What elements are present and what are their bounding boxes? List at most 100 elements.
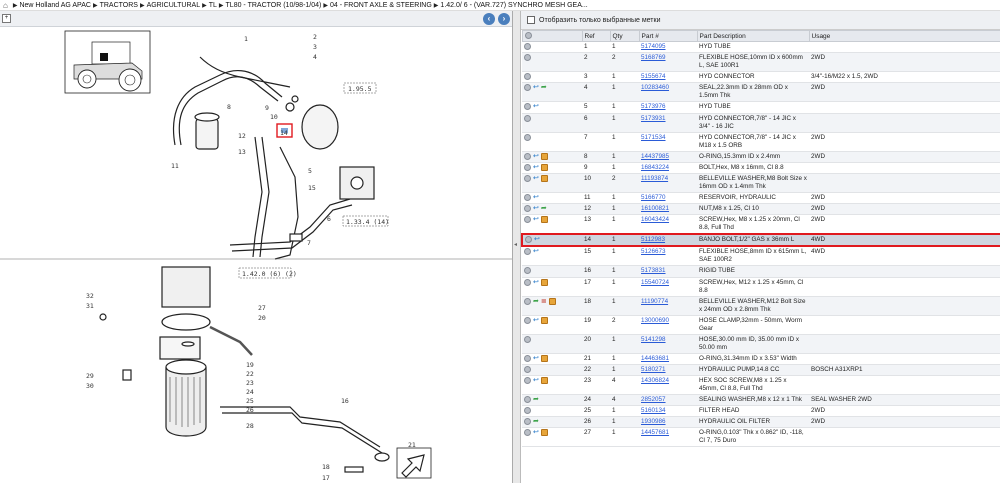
document-icon[interactable]: ≣ <box>541 298 547 305</box>
back-arrow-icon[interactable]: ↩ <box>534 236 540 243</box>
breadcrumb-item[interactable]: TRACTORS <box>100 2 138 9</box>
table-row[interactable]: ↩ ➦ 4 1 10283460 SEAL,22.3mm ID x 28mm OD x 1… <box>522 82 1000 103</box>
back-arrow-icon[interactable]: ↩ <box>533 205 539 212</box>
header-qty[interactable]: Qty <box>609 30 640 42</box>
next-page-button[interactable]: › <box>498 13 510 25</box>
info-icon[interactable] <box>524 152 531 160</box>
part-number-link[interactable]: 5160134 <box>641 407 666 414</box>
part-number-link[interactable]: 5180271 <box>641 366 666 373</box>
table-row[interactable]: ↩ 10 2 11193874 BELLEVILLE WASHER,M8 Bolt Si… <box>522 173 1000 193</box>
info-icon[interactable] <box>524 365 531 373</box>
ref-box-2[interactable]: 1.33.4 (14) <box>346 218 389 226</box>
breadcrumb-item[interactable]: TL <box>209 2 217 9</box>
breadcrumb-item[interactable]: 1.42.0/ 6 - (VAR.727) SYNCHRO MESH GEA..… <box>440 2 587 9</box>
table-row[interactable]: 16 1 5173831 RIGID TUBE <box>522 265 1000 278</box>
package-icon[interactable] <box>540 429 548 437</box>
info-icon[interactable] <box>524 395 531 403</box>
part-number-link[interactable]: 10283460 <box>641 84 669 91</box>
back-arrow-icon[interactable]: ↩ <box>533 429 539 436</box>
package-icon[interactable] <box>540 278 548 286</box>
table-row[interactable]: ↩ 21 1 14463681 O-RING,31.34mm ID x 3.53" Wi… <box>522 353 1000 365</box>
table-row[interactable]: 7 1 5171534 HYD CONNECTOR,7/8" - 14 JIC x M… <box>522 132 1000 152</box>
back-arrow-icon[interactable]: ↩ <box>533 103 539 110</box>
info-icon[interactable] <box>524 278 531 286</box>
panel-splitter[interactable]: ◂ <box>513 11 521 483</box>
part-number-link[interactable]: 15540724 <box>641 279 669 286</box>
part-number-link[interactable]: 5112983 <box>641 236 665 243</box>
green-arrow-icon[interactable]: ➦ <box>533 396 539 403</box>
info-icon[interactable] <box>524 376 531 384</box>
header-part-number[interactable]: Part # <box>638 30 698 42</box>
info-icon[interactable] <box>525 236 532 244</box>
info-icon[interactable] <box>524 267 531 275</box>
package-icon[interactable] <box>540 316 548 324</box>
zoom-icon[interactable]: + <box>2 14 11 23</box>
back-arrow-icon[interactable]: ↩ <box>533 317 539 324</box>
info-icon[interactable] <box>524 354 531 362</box>
part-number-link[interactable]: 14463681 <box>641 355 669 362</box>
part-number-link[interactable]: 11193874 <box>641 175 668 182</box>
green-arrow-icon[interactable]: ➦ <box>533 298 539 305</box>
back-arrow-icon[interactable]: ↩ <box>533 216 539 223</box>
table-row[interactable]: ↩ 14 1 5112983 BANJO BOLT,1/2" GAS x 36mm L4… <box>521 233 1000 248</box>
green-arrow-icon[interactable]: ➦ <box>541 84 547 91</box>
table-row[interactable]: ↩ ➦ 12 1 16100821 NUT,M8 x 1.25, Cl 10 2WD <box>522 203 1000 216</box>
info-icon[interactable] <box>524 407 531 415</box>
show-selected-only-checkbox[interactable] <box>527 16 535 24</box>
green-arrow-icon[interactable]: ➦ <box>533 418 539 425</box>
table-row[interactable]: 2 2 5168769 FLEXIBLE HOSE,10mm ID x 600mm L… <box>522 52 1000 73</box>
info-icon[interactable] <box>524 418 531 426</box>
breadcrumb-item[interactable]: 04 - FRONT AXLE & STEERING <box>330 2 432 9</box>
breadcrumb-item[interactable]: New Holland AG APAC <box>19 2 90 9</box>
package-icon[interactable] <box>540 354 548 362</box>
ref-box-3[interactable]: 1.42.0 (6) (2) <box>242 270 297 278</box>
breadcrumb-item[interactable]: TL80 - TRACTOR (10/98-1/04) <box>226 2 322 9</box>
part-number-link[interactable]: 13000690 <box>641 317 669 324</box>
table-row[interactable]: ↩ 13 1 16043424 SCREW,Hex, M8 x 1.25 x 20mm,… <box>522 214 1000 235</box>
part-number-link[interactable]: 5173976 <box>641 103 666 110</box>
info-icon[interactable] <box>524 114 531 122</box>
info-icon[interactable] <box>524 133 531 141</box>
part-number-link[interactable]: 14306824 <box>641 377 669 384</box>
table-row[interactable]: 3 1 5155674 HYD CONNECTOR 3/4"-16/M22 x 1.5,… <box>522 71 1000 84</box>
table-row[interactable]: 25 1 5160134 FILTER HEAD 2WD <box>522 405 1000 418</box>
table-row[interactable]: ➦ 26 1 1930986 HYDRAULIC OIL FILTER 2WD <box>522 416 1000 429</box>
header-description[interactable]: Part Description <box>696 30 810 42</box>
package-icon[interactable] <box>540 376 548 384</box>
back-arrow-icon[interactable]: ↩ <box>533 377 539 384</box>
back-arrow-icon[interactable]: ↩ <box>533 84 539 91</box>
part-number-link[interactable]: 5166770 <box>641 194 666 201</box>
back-arrow-icon[interactable]: ↩ <box>533 153 539 160</box>
back-arrow-icon[interactable]: ↩ <box>533 194 539 201</box>
part-number-link[interactable]: 5171534 <box>641 134 666 141</box>
back-arrow-icon[interactable]: ↩ <box>533 164 539 171</box>
info-icon[interactable] <box>524 103 531 111</box>
table-row[interactable]: 1 1 5174095 HYD TUBE <box>522 41 1000 54</box>
settings-icon[interactable] <box>524 32 532 40</box>
info-icon[interactable] <box>524 174 531 182</box>
part-number-link[interactable]: 5126673 <box>641 248 666 255</box>
part-number-link[interactable]: 14457681 <box>641 429 669 436</box>
table-row[interactable]: ➦ ≣ 18 1 11190774 BELLEVILLE WASHER,M12 Bolt … <box>522 296 1000 316</box>
part-number-link[interactable]: 5141298 <box>641 336 666 343</box>
table-row[interactable]: ↩ 11 1 5166770 RESERVOIR, HYDRAULIC 2WD <box>522 192 1000 205</box>
back-arrow-icon[interactable]: ↩ <box>533 279 539 286</box>
info-icon[interactable] <box>524 248 531 256</box>
part-number-link[interactable]: 16043424 <box>641 216 669 223</box>
table-row[interactable]: ↩ 5 1 5173976 HYD TUBE <box>522 101 1000 114</box>
table-row[interactable]: ↩ 27 1 14457681 O-RING,0.103" Thk x 0.862" I… <box>522 427 1000 448</box>
header-usage[interactable]: Usage <box>808 30 1000 42</box>
info-icon[interactable] <box>524 73 531 81</box>
info-icon[interactable] <box>524 205 531 213</box>
next-diagram-arrow-icon[interactable] <box>396 447 432 479</box>
table-row[interactable]: ↩ 23 4 14306824 HEX SOC SCREW,M8 x 1.25 x 45… <box>522 375 1000 395</box>
info-icon[interactable] <box>524 216 531 224</box>
breadcrumb-item[interactable]: AGRICULTURAL <box>147 2 201 9</box>
table-row[interactable]: ➦ 24 4 2852057 SEALING WASHER,M8 x 12 x 1 Th… <box>522 394 1000 407</box>
info-icon[interactable] <box>524 43 531 50</box>
info-icon[interactable] <box>524 335 531 343</box>
part-number-link[interactable]: 2852057 <box>641 396 666 403</box>
home-icon[interactable]: ⌂ <box>3 1 8 10</box>
info-icon[interactable] <box>524 163 531 171</box>
part-number-link[interactable]: 16843224 <box>641 164 669 171</box>
